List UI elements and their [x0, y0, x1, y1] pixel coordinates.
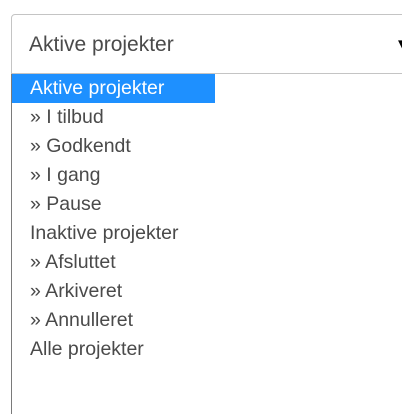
dropdown-list: Aktive projekter » I tilbud » Godkendt »…	[11, 74, 402, 414]
option-i-tilbud[interactable]: » I tilbud	[12, 103, 402, 132]
option-alle-projekter[interactable]: Alle projekter	[12, 335, 402, 364]
selected-value: Aktive projekter	[29, 33, 174, 56]
option-pause[interactable]: » Pause	[12, 190, 402, 219]
option-i-gang[interactable]: » I gang	[12, 161, 402, 190]
triangle-down-icon: ▼	[395, 31, 402, 59]
option-inaktive-projekter[interactable]: Inaktive projekter	[12, 219, 402, 248]
option-godkendt[interactable]: » Godkendt	[12, 132, 402, 161]
project-status-select[interactable]: Aktive projekter ▼	[11, 14, 402, 74]
option-afsluttet[interactable]: » Afsluttet	[12, 248, 402, 277]
option-arkiveret[interactable]: » Arkiveret	[12, 277, 402, 306]
option-annulleret[interactable]: » Annulleret	[12, 306, 402, 335]
option-aktive-projekter[interactable]: Aktive projekter	[12, 74, 215, 103]
